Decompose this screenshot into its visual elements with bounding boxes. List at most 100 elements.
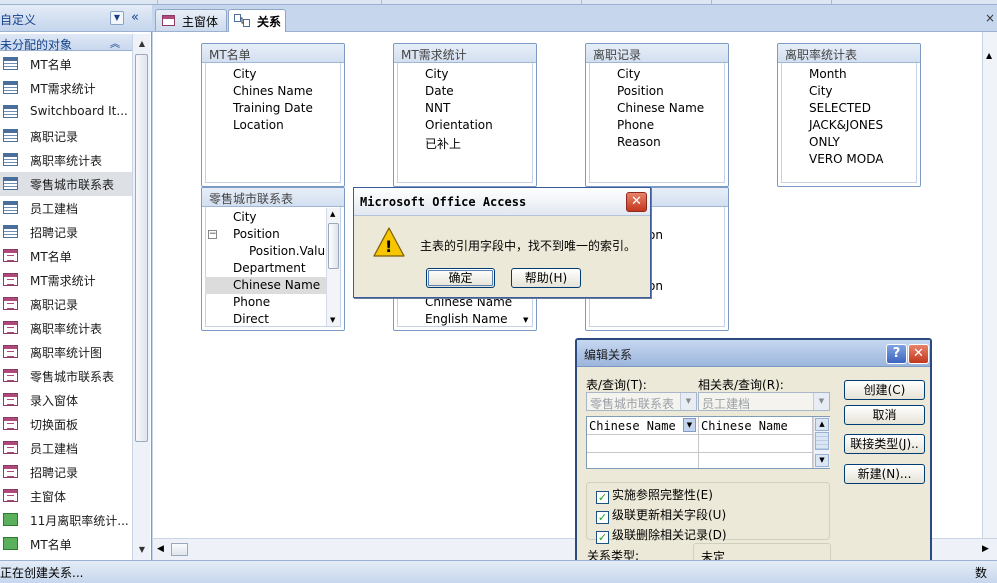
tab-main-form[interactable]: 主窗体 <box>155 9 227 31</box>
table-box-mt-list[interactable]: MT名单 City Chines Name Training Date Loca… <box>201 43 345 187</box>
nav-group-header[interactable]: 未分配的对象 ︽ <box>0 34 132 52</box>
field-item[interactable]: Chines Name <box>233 84 313 98</box>
scroll-thumb[interactable] <box>328 223 339 269</box>
close-document-icon[interactable]: × <box>985 11 995 25</box>
nav-item[interactable]: 11月离职率统计... <box>0 508 132 532</box>
chevron-down-icon[interactable]: ▼ <box>680 393 696 410</box>
scroll-down-icon[interactable]: ▼ <box>330 316 335 324</box>
empty-cell[interactable] <box>587 435 699 453</box>
cascade-delete-checkbox[interactable]: ✓ 级联删除相关记录(D) <box>596 526 727 544</box>
scroll-thumb[interactable] <box>815 432 829 450</box>
cancel-button[interactable]: 取消 <box>844 405 925 425</box>
field-item[interactable]: City <box>233 210 257 224</box>
scroll-thumb[interactable] <box>135 54 148 442</box>
enforce-integrity-checkbox[interactable]: ✓ 实施参照完整性(E) <box>596 486 713 504</box>
new-button[interactable]: 新建(N)... <box>844 464 925 484</box>
field-item[interactable]: Training Date <box>233 101 313 115</box>
table-box-mt-demand[interactable]: MT需求统计 City Date NNT Orientation 已补上 <box>393 43 537 187</box>
table-box-scrollbar[interactable]: ▲ ▼ <box>326 208 340 326</box>
scroll-down-icon[interactable]: ▼ <box>815 454 829 467</box>
dialog-titlebar[interactable]: 编辑关系 ? ✕ <box>577 340 930 367</box>
expand-collapse-icon[interactable]: − <box>208 230 217 239</box>
field-item[interactable]: Chinese Name <box>617 101 704 115</box>
scroll-down-icon[interactable]: ▼ <box>134 542 150 558</box>
field-item[interactable]: Position.Valu <box>249 244 325 258</box>
nav-item[interactable]: 离职记录 <box>0 292 132 316</box>
field-item[interactable]: Reason <box>617 135 661 149</box>
table-box-title[interactable]: 离职记录 <box>586 44 728 63</box>
nav-item[interactable]: 零售城市联系表 <box>0 172 132 196</box>
close-icon[interactable]: ✕ <box>626 192 647 212</box>
nav-item[interactable]: 离职率统计图 <box>0 340 132 364</box>
field-item[interactable]: Position <box>617 84 664 98</box>
tab-relationships[interactable]: 关系 <box>228 9 286 32</box>
field-item[interactable]: JACK&JONES <box>809 118 883 132</box>
field-item[interactable]: City <box>809 84 833 98</box>
nav-header[interactable]: 自定义 ▼ « <box>0 5 152 32</box>
dialog-titlebar[interactable]: Microsoft Office Access ✕ <box>354 188 650 216</box>
field-item[interactable]: Location <box>233 118 284 132</box>
scroll-thumb[interactable] <box>171 543 188 556</box>
cascade-update-checkbox[interactable]: ✓ 级联更新相关字段(U) <box>596 506 726 524</box>
nav-item[interactable]: 招聘记录 <box>0 460 132 484</box>
table-box-retail-city[interactable]: 零售城市联系表 City − Position Position.Valu De… <box>201 187 345 331</box>
nav-item[interactable]: 主窗体 <box>0 484 132 508</box>
field-item[interactable]: Date <box>425 84 454 98</box>
scroll-up-icon[interactable]: ▲ <box>815 418 829 431</box>
nav-item[interactable]: 离职记录 <box>0 124 132 148</box>
right-field-cell[interactable]: Chinese Name <box>699 417 813 435</box>
field-item[interactable]: VERO MODA <box>809 152 883 166</box>
ok-button[interactable]: 确定 <box>426 268 495 288</box>
table-box-title[interactable]: 零售城市联系表 <box>202 188 344 207</box>
checkbox-checked-icon[interactable]: ✓ <box>596 491 609 504</box>
scroll-up-icon[interactable]: ▲ <box>986 51 992 60</box>
nav-item[interactable]: MT需求统计 <box>0 268 132 292</box>
field-item[interactable]: 已补上 <box>425 135 461 152</box>
nav-item[interactable]: 零售城市联系表 <box>0 364 132 388</box>
nav-item[interactable]: 员工建档 <box>0 196 132 220</box>
nav-item[interactable]: 招聘记录 <box>0 220 132 244</box>
nav-item[interactable]: 离职率统计表 <box>0 316 132 340</box>
collapse-group-icon[interactable]: ︽ <box>110 35 120 50</box>
scroll-up-icon[interactable]: ▲ <box>330 210 335 218</box>
nav-scrollbar[interactable]: ▲ ▼ <box>132 34 150 560</box>
collapse-pane-icon[interactable]: « <box>131 10 139 25</box>
field-item[interactable]: Phone <box>617 118 654 132</box>
field-item[interactable]: English Name <box>425 312 508 326</box>
nav-item[interactable]: 员工建档 <box>0 436 132 460</box>
chevron-down-icon[interactable]: ▼ <box>813 393 829 410</box>
nav-item[interactable]: MT需求统计 <box>0 76 132 100</box>
field-item[interactable]: City <box>425 67 449 81</box>
canvas-vertical-scrollbar[interactable]: ▲ <box>982 32 997 538</box>
field-item[interactable]: Orientation <box>425 118 493 132</box>
table-box-title[interactable]: MT需求统计 <box>394 44 536 63</box>
table-box-resign-rate[interactable]: 离职率统计表 Month City SELECTED JACK&JONES ON… <box>777 43 921 187</box>
scroll-right-icon[interactable]: ▶ <box>982 544 989 554</box>
field-item[interactable]: Department <box>233 261 306 275</box>
table-box-title[interactable]: 离职率统计表 <box>778 44 920 63</box>
field-item-selected[interactable]: Chinese Name <box>233 278 320 292</box>
scroll-down-icon[interactable]: ▼ <box>523 316 528 324</box>
field-item[interactable]: City <box>617 67 641 81</box>
empty-cell[interactable] <box>699 453 813 468</box>
empty-cell[interactable] <box>587 453 699 468</box>
field-item[interactable]: NNT <box>425 101 450 115</box>
field-item[interactable]: ONLY <box>809 135 840 149</box>
field-item[interactable]: City <box>233 67 257 81</box>
chevron-down-icon[interactable]: ▼ <box>683 418 696 432</box>
scroll-up-icon[interactable]: ▲ <box>134 36 150 52</box>
scroll-left-icon[interactable]: ◀ <box>157 544 164 554</box>
nav-item[interactable]: 录入窗体 <box>0 388 132 412</box>
chevron-down-icon[interactable]: ▼ <box>110 11 124 25</box>
nav-item[interactable]: MT名单 <box>0 532 132 556</box>
field-mapping-grid[interactable]: Chinese Name ▼ Chinese Name ▲ ▼ <box>586 416 830 469</box>
table-box-resign-log[interactable]: 离职记录 City Position Chinese Name Phone Re… <box>585 43 729 187</box>
field-item[interactable]: Month <box>809 67 847 81</box>
nav-item[interactable]: Switchboard It... <box>0 100 132 124</box>
field-item[interactable]: Direct <box>233 312 269 326</box>
create-button[interactable]: 创建(C) <box>844 380 925 400</box>
nav-item[interactable]: 离职率统计表 <box>0 148 132 172</box>
checkbox-checked-icon[interactable]: ✓ <box>596 511 609 524</box>
checkbox-checked-icon[interactable]: ✓ <box>596 531 609 544</box>
table-query-select[interactable]: 零售城市联系表 ▼ <box>586 392 697 411</box>
